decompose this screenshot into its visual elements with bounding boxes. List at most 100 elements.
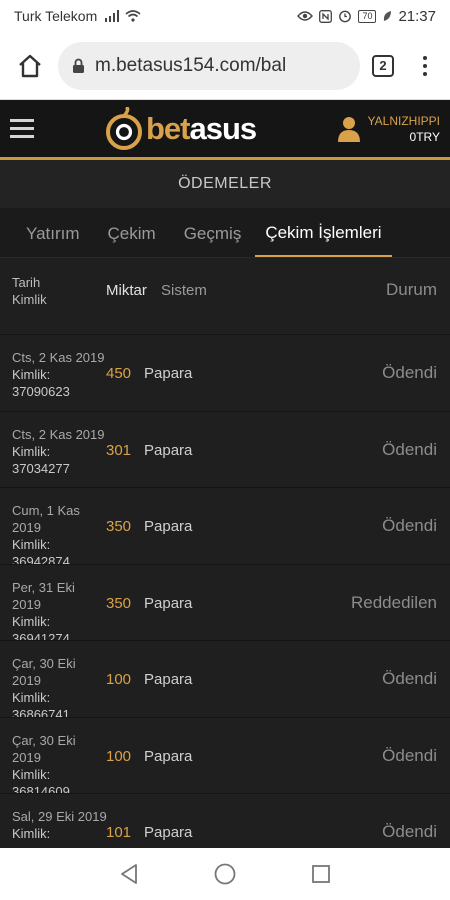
tab-gecmis[interactable]: Geçmiş	[170, 211, 256, 257]
row-date-id: Cts, 2 Kas 2019 Kimlik: 37034277	[12, 426, 107, 477]
status-icons: 70 21:37	[297, 8, 436, 25]
browser-toolbar: m.betasus154.com/bal 2	[0, 32, 450, 100]
status-bar: Turk Telekom 70 21:37	[0, 0, 450, 32]
tab-cekim-islemleri[interactable]: Çekim İşlemleri	[255, 211, 392, 257]
recents-square-icon	[312, 865, 330, 883]
row-status: Ödendi	[382, 669, 437, 688]
address-bar[interactable]: m.betasus154.com/bal	[58, 41, 360, 90]
more-vert-icon[interactable]	[412, 55, 438, 76]
row-date: Çar, 30 Eki 2019	[12, 656, 76, 688]
android-nav-bar	[0, 848, 450, 900]
row-date: Sal, 29 Eki 2019	[12, 809, 107, 824]
row-amount: 450	[106, 365, 132, 382]
row-system: Papara	[144, 747, 193, 765]
row-date: Çar, 30 Eki 2019	[12, 732, 76, 765]
row-status: Ödendi	[382, 745, 437, 765]
table-row[interactable]: Per, 31 Eki 2019 Kimlik: 36941274 350 Papara…	[0, 565, 450, 641]
row-id-label: Kimlik:	[12, 537, 51, 552]
recents-button[interactable]	[273, 864, 369, 884]
row-date-id: Per, 31 Eki 2019 Kimlik: 36941274	[12, 579, 107, 641]
back-button[interactable]	[81, 863, 177, 885]
row-system: Papara	[144, 518, 193, 535]
eye-icon	[297, 11, 314, 21]
table-row[interactable]: Çar, 30 Eki 2019 Kimlik: 36866741 100 Papara…	[0, 641, 450, 718]
back-triangle-icon	[121, 864, 137, 884]
row-date-id: Çar, 30 Eki 2019 Kimlik: 36814609	[12, 732, 107, 794]
row-id-label: Kimlik:	[12, 443, 51, 459]
row-id-label: Kimlik:	[12, 826, 51, 841]
table-row[interactable]: Cts, 2 Kas 2019 Kimlik: 37034277 301 Papara Ö…	[0, 412, 450, 488]
row-system: Papara	[144, 671, 193, 688]
logo-wordmark: betasus	[146, 111, 257, 146]
home-nav-button[interactable]	[177, 863, 273, 885]
row-system: Papara	[144, 365, 193, 382]
user-icon	[337, 116, 360, 142]
header-system: Sistem	[161, 282, 207, 299]
logo-mark-icon	[104, 105, 144, 151]
row-status: Ödendi	[382, 439, 437, 459]
row-status: Reddedilen	[350, 592, 437, 612]
site-header: betasus YALNIZHIPPI 0TRY	[0, 100, 450, 160]
row-id: 36941274	[12, 630, 70, 641]
row-id: 36814609	[12, 783, 70, 794]
row-id-label: Kimlik:	[12, 690, 51, 705]
row-id-label: Kimlik:	[12, 613, 51, 629]
row-date: Cts, 2 Kas 2019	[12, 426, 105, 442]
page-title: ÖDEMELER	[0, 160, 450, 208]
battery-icon: 70	[358, 9, 377, 23]
header-status: Durum	[385, 280, 437, 299]
user-menu[interactable]: YALNIZHIPPI 0TRY	[337, 113, 440, 145]
table-header: Tarih Kimlik Miktar Sistem Durum	[0, 258, 450, 335]
row-amount: 100	[106, 671, 132, 688]
header-date: Tarih	[12, 275, 41, 290]
wifi-icon	[125, 10, 141, 22]
withdrawals-table: Tarih Kimlik Miktar Sistem Durum Cts, 2 …	[0, 258, 450, 871]
header-id: Kimlik	[12, 292, 47, 307]
row-date: Cts, 2 Kas 2019	[12, 350, 105, 365]
row-id: 36866741	[12, 707, 70, 718]
row-id: 36942874	[12, 554, 70, 565]
tab-bar: Yatırım Çekim Geçmiş Çekim İşlemleri	[0, 208, 450, 258]
row-id-label: Kimlik:	[12, 367, 51, 382]
home-circle-icon	[214, 863, 236, 885]
leaf-icon	[384, 11, 392, 21]
site-logo[interactable]: betasus	[104, 105, 257, 151]
row-amount: 350	[106, 518, 132, 535]
nfc-icon	[319, 9, 333, 23]
hamburger-icon[interactable]	[10, 119, 34, 138]
row-id: 37034277	[12, 460, 70, 476]
username: YALNIZHIPPI	[367, 113, 440, 128]
row-date: Per, 31 Eki 2019	[12, 579, 75, 612]
row-system: Papara	[144, 594, 193, 612]
row-status: Ödendi	[382, 516, 437, 535]
carrier-name: Turk Telekom	[14, 8, 98, 24]
row-amount: 301	[106, 441, 132, 459]
row-date-id: Cts, 2 Kas 2019 Kimlik: 37090623	[12, 349, 107, 400]
balance: 0TRY	[409, 129, 440, 144]
home-button[interactable]	[12, 48, 48, 84]
alarm-icon	[339, 10, 352, 23]
row-date-id: Cum, 1 Kas 2019 Kimlik: 36942874	[12, 502, 107, 565]
row-system: Papara	[144, 441, 193, 459]
table-row[interactable]: Cts, 2 Kas 2019 Kimlik: 37090623 450 Papara Ö…	[0, 335, 450, 412]
signal-icon	[105, 10, 120, 22]
tab-switcher-button[interactable]: 2	[372, 54, 394, 77]
tab-cekim[interactable]: Çekim	[94, 211, 170, 257]
home-icon	[19, 54, 41, 77]
lock-icon	[73, 58, 84, 73]
table-row[interactable]: Çar, 30 Eki 2019 Kimlik: 36814609 100 Papara…	[0, 718, 450, 794]
table-row[interactable]: Cum, 1 Kas 2019 Kimlik: 36942874 350 Papara Ö…	[0, 488, 450, 565]
tab-yatirim[interactable]: Yatırım	[12, 211, 94, 257]
row-id: 37090623	[12, 384, 70, 399]
row-status: Ödendi	[382, 363, 437, 382]
row-amount: 100	[106, 747, 132, 765]
url-text: m.betasus154.com/bal	[95, 54, 287, 76]
clock-time: 21:37	[398, 7, 436, 25]
row-amount: 350	[106, 594, 132, 612]
row-date: Cum, 1 Kas 2019	[12, 503, 80, 535]
row-system: Papara	[144, 824, 193, 841]
row-amount: 101	[106, 824, 132, 841]
table-body: Cts, 2 Kas 2019 Kimlik: 37090623 450 Papara Ö…	[0, 335, 450, 871]
row-date-id: Sal, 29 Eki 2019 Kimlik:	[12, 808, 107, 842]
header-amount: Miktar	[106, 282, 147, 299]
